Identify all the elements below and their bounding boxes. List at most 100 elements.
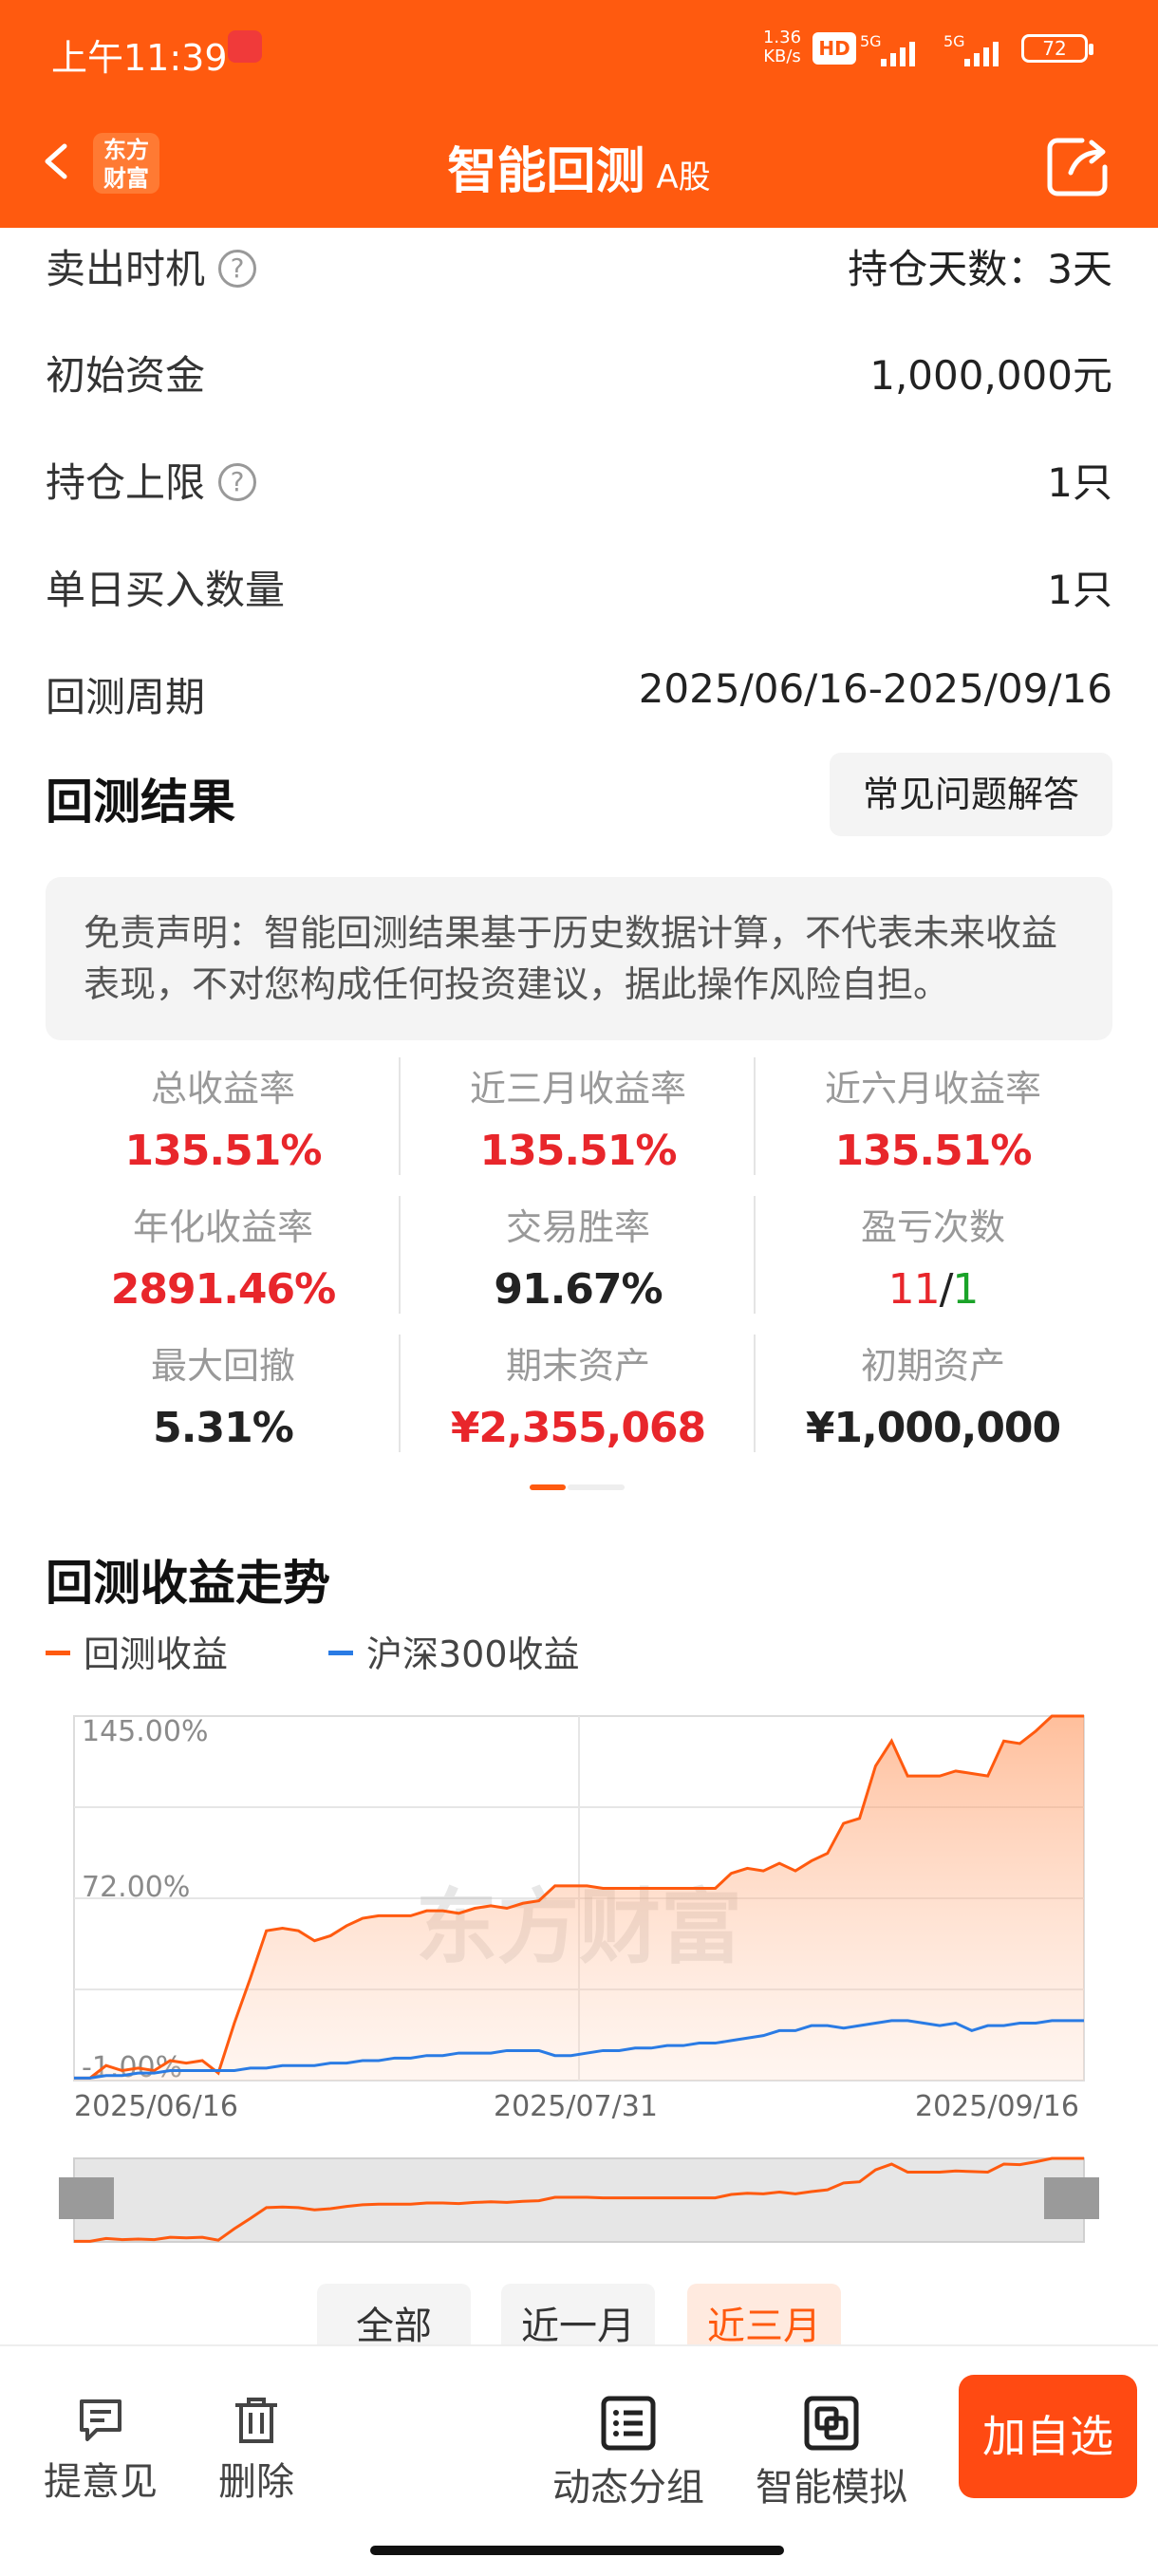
loss-count: 1 <box>952 1265 979 1314</box>
status-bar: 上午11:39 1.36 KB/s HD 5G 5G 72 <box>0 0 1158 104</box>
legend-label: 沪深300收益 <box>366 1633 580 1675</box>
stat-label: 初期资产 <box>860 1345 1005 1387</box>
stat-total-return: 总收益率 135.51% <box>46 1054 401 1186</box>
param-value: 2025/06/16-2025/09/16 <box>638 665 1112 712</box>
range-handle-right[interactable] <box>1044 2177 1099 2219</box>
returns-chart[interactable]: 东方财富145.00%72.00%-1.00% <box>0 1699 1158 2155</box>
legend-item: 回测收益 <box>46 1625 228 1677</box>
list-icon <box>601 2396 656 2451</box>
stat-value: 11/1 <box>756 1265 1111 1314</box>
param-label: 卖出时机? <box>46 237 257 295</box>
stat-label: 总收益率 <box>150 1068 295 1110</box>
stat-value: ¥1,000,000 <box>805 1404 1061 1452</box>
y-tick-label: 72.00% <box>82 1871 190 1904</box>
count-separator: / <box>939 1265 954 1314</box>
add-watchlist-button[interactable]: 加自选 <box>959 2375 1137 2498</box>
nav-bar: 东方 财富 智能回测 A股 <box>0 114 1158 218</box>
signal-label-1: 5G <box>860 32 882 50</box>
feedback-label: 提意见 <box>44 2460 158 2504</box>
param-row-initial-capital: 初始资金 1,000,000元 <box>46 334 1112 441</box>
network-speed-value: 1.36 <box>762 28 802 47</box>
stat-6m-return: 近六月收益率 135.51% <box>756 1054 1111 1186</box>
signal-2-icon <box>964 38 1012 66</box>
param-label: 初始资金 <box>46 352 206 399</box>
stat-label: 近六月收益率 <box>824 1068 1041 1110</box>
page-indicator <box>530 1484 628 1490</box>
stat-label: 期末资产 <box>505 1345 650 1387</box>
x-tick-label: 2025/06/16 <box>74 2090 238 2123</box>
param-row-period: 回测周期 2025/06/16-2025/09/16 <box>46 656 1112 763</box>
stat-max-drawdown: 最大回撤 5.31% <box>46 1331 401 1464</box>
page-dot <box>568 1484 625 1490</box>
legend-item: 沪深300收益 <box>328 1625 580 1677</box>
y-tick-label: 145.00% <box>82 1715 208 1748</box>
stat-label: 近三月收益率 <box>469 1068 686 1110</box>
faq-button[interactable]: 常见问题解答 <box>830 753 1112 836</box>
signal-label-2: 5G <box>943 32 965 50</box>
stat-annualized-return: 年化收益率 2891.46% <box>46 1192 401 1325</box>
home-indicator[interactable] <box>370 2546 784 2555</box>
stat-initial-assets: 初期资产 ¥1,000,000 <box>756 1331 1111 1464</box>
page-title-text: 智能回测 <box>447 143 645 200</box>
top-header: 上午11:39 1.36 KB/s HD 5G 5G 72 东方 财富 智能回测… <box>0 0 1158 228</box>
stat-3m-return: 近三月收益率 135.51% <box>401 1054 756 1186</box>
stat-win-rate: 交易胜率 91.67% <box>401 1192 756 1325</box>
trash-icon <box>235 2398 277 2443</box>
feedback-icon <box>80 2399 121 2441</box>
page-title-sub: A股 <box>656 159 711 196</box>
disclaimer: 免责声明：智能回测结果基于历史数据计算，不代表未来收益表现，不对您构成任何投资建… <box>46 877 1112 1040</box>
stat-value: ¥2,355,068 <box>450 1404 706 1452</box>
x-tick-label: 2025/07/31 <box>494 2090 658 2123</box>
param-label-text: 持仓上限 <box>46 459 206 506</box>
param-row-sell-timing: 卖出时机? 持仓天数：3天 <box>46 228 1112 334</box>
stat-end-assets: 期末资产 ¥2,355,068 <box>401 1331 756 1464</box>
range-slider[interactable] <box>57 2145 1101 2268</box>
help-icon[interactable]: ? <box>218 249 257 288</box>
win-count: 11 <box>887 1265 941 1314</box>
page-title: 智能回测 A股 <box>0 131 1158 202</box>
network-speed-unit: KB/s <box>763 47 801 66</box>
legend-swatch <box>328 1651 353 1655</box>
dynamic-group-label: 动态分组 <box>552 2466 704 2510</box>
signal-1-icon <box>881 38 928 66</box>
stats-grid: 总收益率 135.51% 近三月收益率 135.51% 近六月收益率 135.5… <box>46 1054 1112 1452</box>
notification-badge-icon <box>228 30 262 63</box>
param-value: 1只 <box>1047 459 1112 506</box>
network-speed: 1.36 KB/s <box>756 28 809 66</box>
stat-value: 91.67% <box>494 1265 663 1314</box>
param-row-daily-buy: 单日买入数量 1只 <box>46 549 1112 656</box>
stat-label: 最大回撤 <box>150 1345 295 1387</box>
battery-icon: 72 <box>1021 34 1093 63</box>
smart-simulate-button[interactable]: 智能模拟 <box>752 2396 911 2511</box>
param-label: 单日买入数量 <box>46 567 286 613</box>
delete-button[interactable]: 删除 <box>209 2396 304 2506</box>
simulate-icon <box>804 2396 859 2451</box>
smart-simulate-label: 智能模拟 <box>756 2466 907 2510</box>
stat-label: 年化收益率 <box>132 1206 313 1248</box>
range-handle-left[interactable] <box>59 2177 114 2219</box>
trend-title: 回测收益走势 <box>46 1556 330 1611</box>
x-tick-label: 2025/09/16 <box>915 2090 1079 2123</box>
stat-value: 2891.46% <box>110 1265 337 1314</box>
share-icon[interactable] <box>1044 133 1111 199</box>
legend-label: 回测收益 <box>84 1633 229 1675</box>
param-value: 1,000,000元 <box>869 352 1112 399</box>
help-icon[interactable]: ? <box>218 462 257 501</box>
stat-label: 交易胜率 <box>505 1206 650 1248</box>
results-title: 回测结果 <box>46 775 235 830</box>
feedback-button[interactable]: 提意见 <box>42 2396 159 2506</box>
page-dot-active <box>530 1484 566 1490</box>
delete-label: 删除 <box>218 2460 294 2504</box>
dynamic-group-button[interactable]: 动态分组 <box>549 2396 708 2511</box>
param-label: 回测周期 <box>46 674 206 720</box>
stat-value: 5.31% <box>153 1404 294 1452</box>
bottom-action-bar: 提意见 删除 动态分组 智能模拟 加自选 <box>0 2344 1158 2576</box>
hd-icon: HD <box>812 32 856 65</box>
backtest-params: 卖出时机? 持仓天数：3天 初始资金 1,000,000元 持仓上限? 1只 单… <box>46 228 1112 763</box>
legend-swatch <box>46 1651 70 1655</box>
stat-win-loss-count: 盈亏次数 11/1 <box>756 1192 1111 1325</box>
param-label-text: 卖出时机 <box>46 246 206 292</box>
stat-value: 135.51% <box>479 1127 678 1175</box>
param-value: 持仓天数：3天 <box>848 246 1112 292</box>
param-row-holding-limit: 持仓上限? 1只 <box>46 441 1112 549</box>
